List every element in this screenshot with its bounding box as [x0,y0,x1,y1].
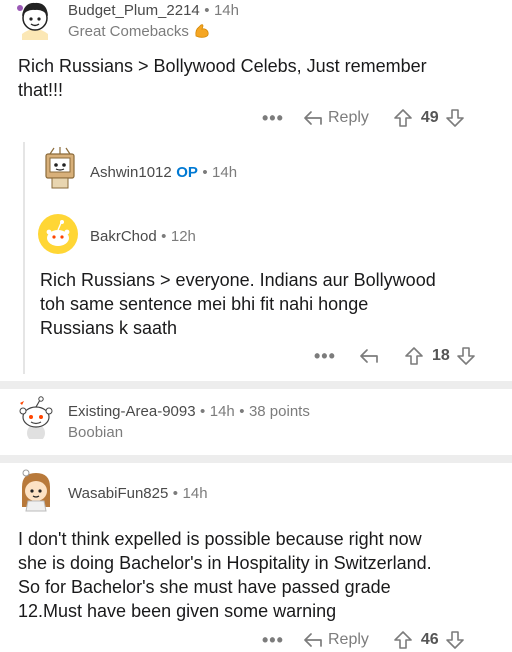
vote-score: 46 [420,631,439,648]
reply-label: Reply [328,631,369,648]
section-divider [0,455,512,463]
separator: • [200,403,206,420]
comment-4: Existing-Area-9093 • 14h • 38 points Boo… [0,389,512,451]
reply-button[interactable] [358,347,380,365]
avatar[interactable] [40,146,82,190]
avatar[interactable] [16,0,54,40]
downvote-icon[interactable] [456,346,476,366]
section-divider [0,381,512,389]
separator: • [239,403,245,420]
comment-body-line: that!!! [18,80,64,100]
comment-3: BakrChod • 12h Rich Russians > everyone.… [30,206,512,376]
downvote-icon[interactable] [445,630,465,650]
upvote-icon[interactable] [393,108,413,128]
vote-score: 49 [420,109,439,126]
more-options-button[interactable]: ••• [262,108,292,129]
comment-body-line: toh same sentence mei bhi fit nahi honge [40,294,369,314]
avatar[interactable] [16,467,56,513]
comment-1: Budget_Plum_2214 • 14h Great Comebacks R… [0,0,512,140]
comment-2: Ashwin1012 OP • 14h [30,140,512,200]
comment-5: WasabiFun825 • 14h I don't think expelle… [0,463,512,652]
reply-arrow-icon [302,631,324,649]
avatar[interactable] [16,395,56,439]
upvote-icon[interactable] [404,346,424,366]
timestamp: 14h [209,403,235,420]
thread-line[interactable] [23,142,25,374]
user-flair: Boobian [68,424,124,441]
username[interactable]: Ashwin1012 [90,164,172,181]
comment-body-line: Russians k saath [40,318,178,338]
separator: • [202,164,208,181]
reply-label: Reply [328,109,369,126]
downvote-icon[interactable] [445,108,465,128]
timestamp: 12h [170,228,196,245]
username[interactable]: Budget_Plum_2214 [68,2,200,19]
more-options-button[interactable]: ••• [262,630,292,651]
comment-body-line: Rich Russians > Bollywood Celebs, Just r… [18,56,427,76]
comment-body-line: So for Bachelor's she must have passed g… [18,577,391,597]
timestamp: 14h [213,2,239,19]
username[interactable]: BakrChod [90,228,157,245]
vote-score: 18 [432,347,450,364]
reply-button[interactable]: Reply [302,631,369,649]
timestamp: 14h [182,485,208,502]
comment-body-line: Rich Russians > everyone. Indians aur Bo… [40,270,436,290]
username[interactable]: Existing-Area-9093 [68,403,196,420]
comment-body-line: I don't think expelled is possible becau… [18,529,422,549]
reply-arrow-icon [302,109,324,127]
flexed-biceps-icon [193,22,211,40]
comment-body-line: 12.Must have been given some warning [18,601,337,621]
op-badge: OP [176,164,198,181]
separator: • [204,2,210,19]
reply-button[interactable]: Reply [302,109,369,127]
separator: • [161,228,167,245]
avatar[interactable] [38,214,78,254]
upvote-icon[interactable] [393,630,413,650]
more-options-button[interactable]: ••• [314,346,344,367]
comment-body-line: she is doing Bachelor's in Hospitality i… [18,553,432,573]
separator: • [172,485,179,502]
username[interactable]: WasabiFun825 [68,485,168,502]
reply-arrow-icon [360,349,378,363]
points-label: 38 points [248,403,310,420]
user-flair: Great Comebacks [68,22,189,40]
timestamp: 14h [212,164,238,181]
